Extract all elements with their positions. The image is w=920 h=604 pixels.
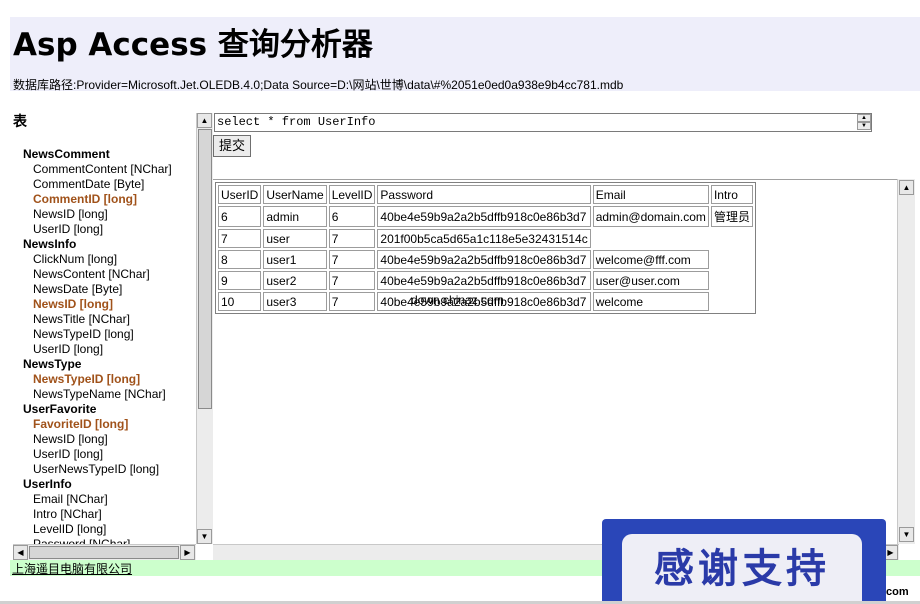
thanks-banner: 感谢支持 [602,519,886,604]
tree-heading: 表 [13,113,27,129]
table-cell: welcome [592,292,709,311]
tree-field-name[interactable]: ClickNum [long] [23,252,198,267]
column-header: UserID [218,185,262,204]
scroll-up-arrow-icon[interactable]: ▲ [899,180,914,195]
result-vertical-scrollbar[interactable]: ▲ ▼ [897,179,915,544]
page-title: Asp Access 查询分析器 [13,27,373,63]
tree-field-name[interactable]: Password [NChar] [23,537,198,544]
table-cell: 7 [328,229,376,248]
tree-field-name[interactable]: NewsDate [Byte] [23,282,198,297]
tree-field-name[interactable]: Intro [NChar] [23,507,198,522]
table-header-row: UserID UserName LevelID Password Email Intro [218,185,753,204]
db-path: 数据库路径:Provider=Microsoft.Jet.OLEDB.4.0;D… [13,78,624,92]
table-cell: 7 [328,292,376,311]
tree-field-name[interactable]: CommentContent [NChar] [23,162,198,177]
table-cell: 9 [218,271,262,290]
column-header: Email [592,185,709,204]
tree-horizontal-scrollbar[interactable]: ◀ ▶ [13,544,196,560]
column-header: Intro [710,185,753,204]
tree-table-name[interactable]: UserInfo [23,477,198,492]
thanks-text: 感谢支持 [622,534,862,604]
table-cell: 201f00b5ca5d65a1c118e5e32431514c [377,229,591,248]
table-cell [593,229,709,248]
tree-field-name[interactable]: NewsTypeID [long] [23,372,198,387]
column-header: UserName [263,185,327,204]
table-cell: admin [263,206,327,227]
spin-up-icon[interactable]: ▲ [857,114,871,122]
submit-button[interactable]: 提交 [213,135,251,157]
tree-field-name[interactable]: LevelID [long] [23,522,198,537]
tree-field-name[interactable]: NewsTypeName [NChar] [23,387,198,402]
table-cell: user1 [263,250,327,269]
column-header: Password [377,185,591,204]
table-cell [711,250,753,269]
tree-field-name[interactable]: UserNewsTypeID [long] [23,462,198,477]
table-row: 6 admin 6 40be4e59b9a2a2b5dffb918c0e86b3d7 a… [218,206,753,227]
table-cell: 10 [218,292,262,311]
table-row: 7 user 7 201f00b5ca5d65a1c118e5e32431514c [218,229,753,248]
table-cell: 6 [328,206,376,227]
table-cell: user3 [263,292,327,311]
tree-field-name[interactable]: Email [NChar] [23,492,198,507]
table-cell: 7 [328,250,376,269]
tree-field-name[interactable]: NewsTypeID [long] [23,327,198,342]
scroll-thumb[interactable] [198,129,212,409]
tree-field-name[interactable]: UserID [long] [23,222,198,237]
tree-field-name[interactable]: NewsID [long] [23,207,198,222]
table-row: 9 user2 7 40be4e59b9a2a2b5dffb918c0e86b3d7 u… [218,271,753,290]
table-cell: 7 [328,271,376,290]
table-cell [711,292,753,311]
table-tree: NewsComment CommentContent [NChar] Comment… [23,147,198,544]
scroll-down-arrow-icon[interactable]: ▼ [197,529,212,544]
scroll-thumb[interactable] [29,546,179,559]
company-link[interactable]: 上海遥目电脑有限公司 [12,560,132,577]
table-cell: 7 [218,229,262,248]
tree-table-name[interactable]: NewsComment [23,147,198,162]
header: Asp Access 查询分析器 数据库路径:Provider=Microsof… [10,17,920,92]
tree-table-name[interactable]: NewsType [23,357,198,372]
table-cell: welcome@fff.com [592,250,709,269]
sql-query-input[interactable]: select * from UserInfo [214,113,872,132]
scroll-down-arrow-icon[interactable]: ▼ [899,527,914,542]
table-cell: 40be4e59b9a2a2b5dffb918c0e86b3d7 [377,250,591,269]
sql-input-scroll[interactable]: ▲ ▼ [857,114,871,131]
tree-field-name[interactable]: FavoriteID [long] [23,417,198,432]
tree-field-name[interactable]: CommentDate [Byte] [23,177,198,192]
column-header: LevelID [328,185,376,204]
result-frame: UserID UserName LevelID Password Email Intro 6… [213,179,915,545]
table-cell: 管理员 [710,206,753,227]
tree-field-name[interactable]: CommentID [long] [23,192,198,207]
table-row: 8 user1 7 40be4e59b9a2a2b5dffb918c0e86b3d7 w… [218,250,753,269]
tree-field-name[interactable]: NewsID [long] [23,297,198,312]
table-cell: 40be4e59b9a2a2b5dffb918c0e86b3d7 [377,271,591,290]
scroll-up-arrow-icon[interactable]: ▲ [197,113,212,128]
tree-table-name[interactable]: UserFavorite [23,402,198,417]
tree-table-name[interactable]: NewsInfo [23,237,198,252]
tree-field-name[interactable]: UserID [long] [23,342,198,357]
table-cell: 40be4e59b9a2a2b5dffb918c0e86b3d7 [377,206,591,227]
com-text: com [886,586,909,598]
scroll-right-arrow-icon[interactable]: ▶ [180,545,195,560]
tree-field-name[interactable]: NewsContent [NChar] [23,267,198,282]
table-cell: 8 [218,250,262,269]
scroll-left-arrow-icon[interactable]: ◀ [13,545,28,560]
table-cell: user2 [263,271,327,290]
table-cell: user [263,229,327,248]
table-cell: user@user.com [592,271,709,290]
tree-field-name[interactable]: NewsTitle [NChar] [23,312,198,327]
tree-vertical-scrollbar[interactable]: ▲ ▼ [196,113,213,544]
table-cell [711,271,753,290]
table-cell [711,229,753,248]
table-tree-pane: 表 NewsComment CommentContent [NChar] Comme… [10,105,213,560]
spin-down-icon[interactable]: ▼ [857,122,871,130]
watermark: down.chinaz.com [411,293,504,307]
table-cell: admin@domain.com [592,206,709,227]
tree-field-name[interactable]: NewsID [long] [23,432,198,447]
table-cell: 6 [218,206,262,227]
tree-field-name[interactable]: UserID [long] [23,447,198,462]
